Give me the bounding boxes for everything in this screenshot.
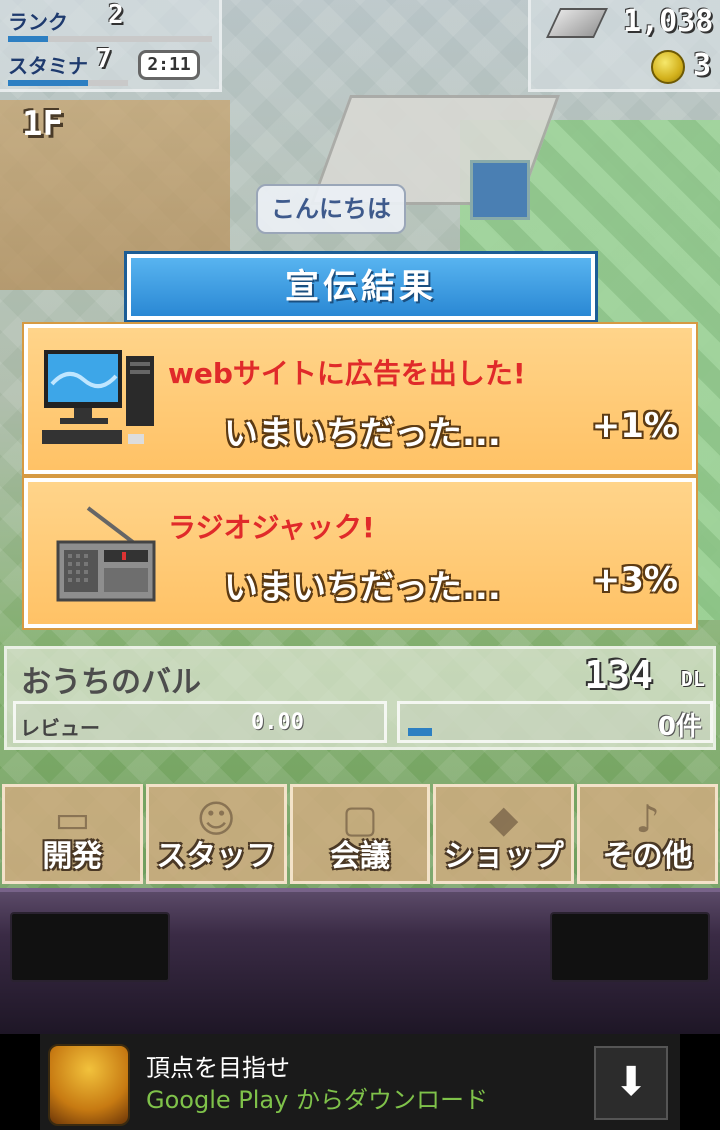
currency-panel: 1,038 3: [528, 0, 720, 92]
ad-content[interactable]: 頂点を目指せ Google Play からダウンロード ⬇: [40, 1034, 680, 1130]
coin-icon: [651, 50, 685, 84]
radio-icon: [38, 502, 160, 608]
menu-staff-button[interactable]: ☺ スタッフ: [145, 784, 287, 884]
game-title: おうちのバル: [21, 665, 201, 700]
game-info-panel[interactable]: おうちのバル 134 DL レビュー 0.00 0件: [4, 646, 716, 750]
result-headline: ラジオジャック!: [168, 511, 375, 544]
menu-label: 会議: [329, 839, 390, 874]
result-text: いまいちだった...: [224, 414, 501, 454]
bottom-frame: [0, 888, 720, 1034]
stamina-timer: 2:11: [138, 50, 200, 80]
floor-indicator[interactable]: 1F: [22, 104, 63, 144]
stamina-label: スタミナ: [8, 54, 88, 78]
rank-bar: [8, 36, 48, 42]
review-value: 0.00: [251, 710, 304, 735]
menu-label: スタッフ: [156, 839, 277, 874]
menu-other-button[interactable]: ♪ その他: [577, 784, 718, 884]
stamina-bar: [8, 80, 88, 86]
computer-icon: [38, 348, 160, 454]
download-count: 134: [584, 653, 653, 697]
dialog-title: 宣伝結果: [127, 254, 595, 320]
rank-value: 2: [108, 0, 124, 30]
download-arrow-icon[interactable]: ⬇: [594, 1046, 668, 1120]
coin-value: 3: [693, 48, 712, 83]
main-menu: ▭ 開発 ☺ スタッフ ▢ 会議 ◆ ショップ ♪ その他: [0, 784, 720, 888]
right-slot: [550, 912, 710, 982]
review-count: 0件: [657, 712, 702, 742]
menu-label: ショップ: [443, 839, 564, 874]
rank-label: ランク: [8, 10, 68, 34]
ad-title: 頂点を目指せ: [146, 1054, 290, 1082]
result-card[interactable]: ラジオジャック! いまいちだった... +3%: [24, 478, 696, 628]
money-icon: [546, 8, 608, 38]
ad-banner[interactable]: 頂点を目指せ Google Play からダウンロード ⬇: [0, 1034, 720, 1130]
result-change: +3%: [591, 560, 678, 600]
review-box: レビュー 0.00: [13, 701, 387, 743]
speech-bubble: こんにちは: [256, 184, 406, 234]
result-change: +1%: [591, 406, 678, 446]
game-scene: ランク 2 スタミナ 7 2:11 1F 1,038 3 こんにちは 宣伝結果: [0, 0, 720, 890]
menu-develop-button[interactable]: ▭ 開発: [2, 784, 143, 884]
money-value: 1,038: [623, 4, 714, 39]
menu-meeting-button[interactable]: ▢ 会議: [289, 784, 431, 884]
result-card[interactable]: webサイトに広告を出した! いまいちだった... +1%: [24, 324, 696, 474]
menu-shop-button[interactable]: ◆ ショップ: [433, 784, 575, 884]
stamina-value: 7: [96, 44, 112, 74]
result-text: いまいちだった...: [224, 568, 501, 608]
menu-label: その他: [602, 839, 693, 874]
ad-subtitle: Google Play からダウンロード: [146, 1086, 488, 1114]
review-count-bar: [408, 728, 432, 736]
result-headline: webサイトに広告を出した!: [168, 357, 526, 390]
status-panel: ランク 2 スタミナ 7 2:11: [0, 0, 222, 92]
building-window: [470, 160, 530, 220]
menu-label: 開発: [42, 839, 103, 874]
download-unit: DL: [680, 667, 705, 691]
app-icon[interactable]: [48, 1044, 130, 1126]
review-label: レビュー: [20, 716, 100, 740]
review-count-box: 0件: [397, 701, 713, 743]
left-slot: [10, 912, 170, 982]
